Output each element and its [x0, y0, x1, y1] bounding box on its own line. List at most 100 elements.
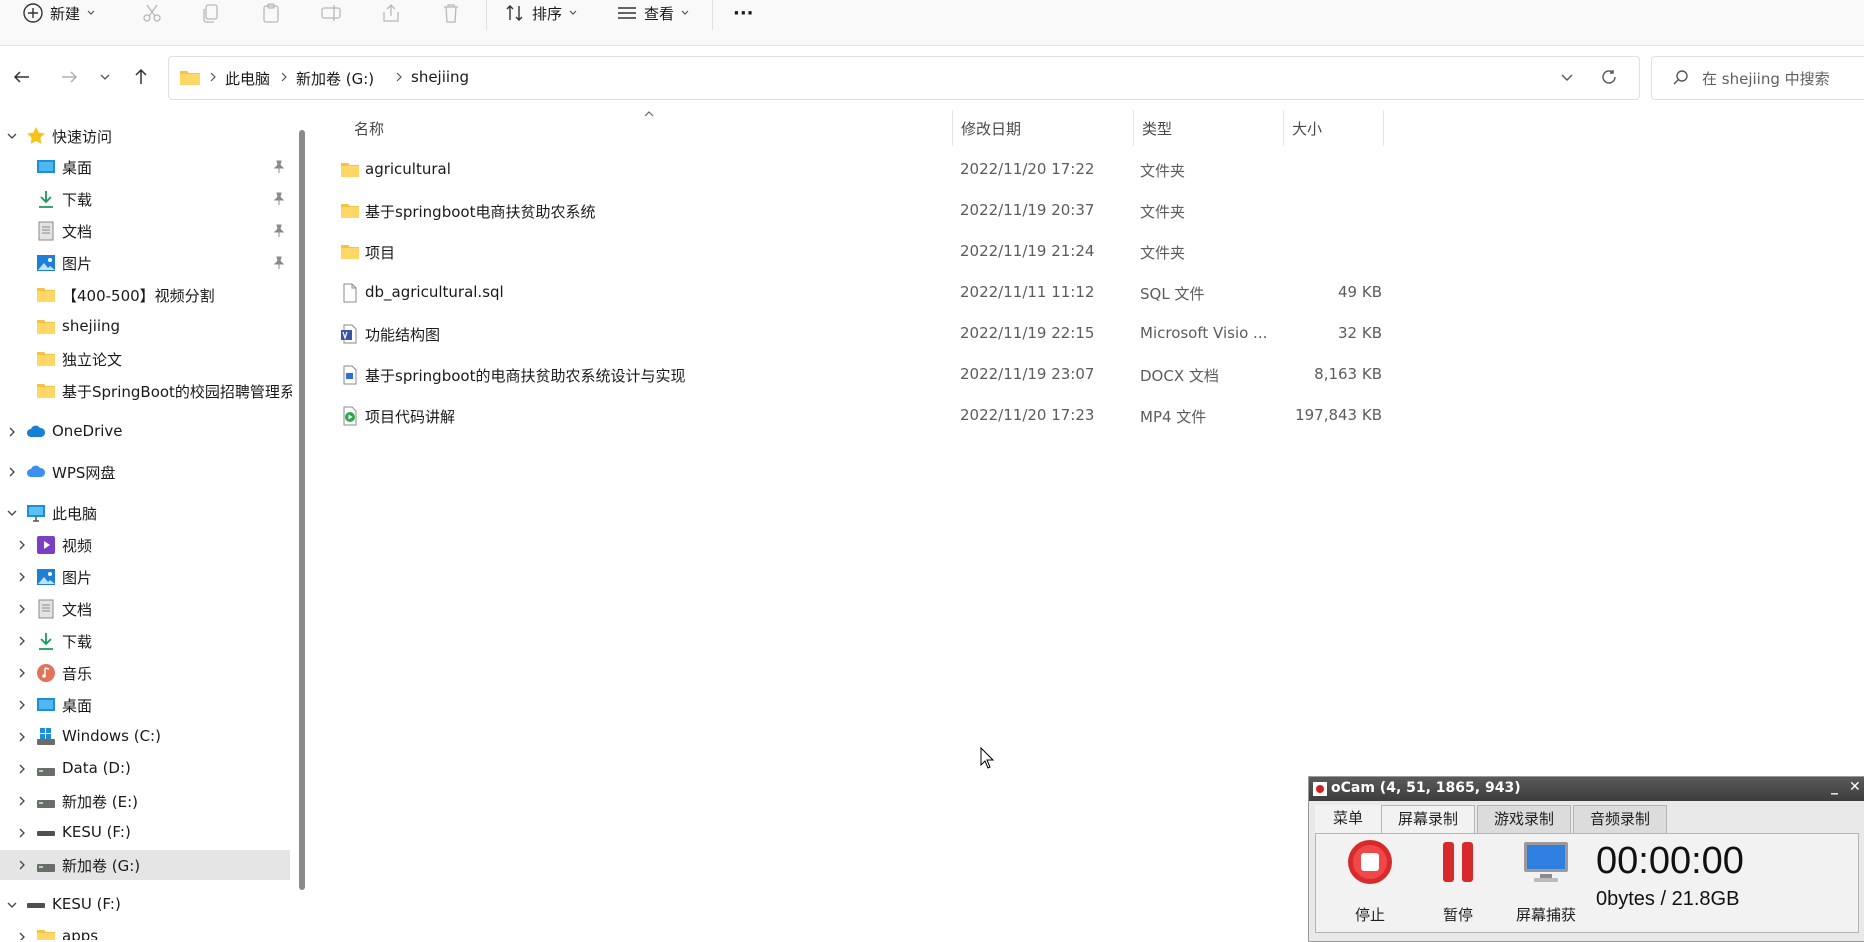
sidebar-item-videos[interactable]: 视频	[0, 530, 292, 560]
forward-arrow-icon[interactable]	[58, 66, 80, 88]
sidebar-item-pictures-pc[interactable]: 图片	[0, 562, 292, 592]
file-row-agricultural[interactable]: agricultural 2022/11/20 17:22 文件夹	[310, 150, 1385, 190]
sidebar-item-folder-400-500[interactable]: 【400-500】视频分割	[0, 280, 292, 310]
sidebar-item-quick-access[interactable]: 快速访问	[0, 121, 292, 151]
more-options-button[interactable]: ···	[733, 0, 754, 26]
column-header-date[interactable]: 修改日期	[953, 110, 1133, 146]
sort-button[interactable]: 排序	[504, 0, 578, 26]
file-row-docx[interactable]: 基于springboot的电商扶贫助农系统设计与实现 2022/11/19 23…	[310, 355, 1385, 395]
chevron-right-icon[interactable]	[16, 699, 28, 711]
sidebar-item-documents[interactable]: 文档	[0, 216, 292, 246]
sidebar-item-drive-f[interactable]: KESU (F:)	[0, 818, 292, 848]
ocam-titlebar[interactable]: oCam (4, 51, 1865, 943) _ ✕	[1309, 777, 1864, 801]
cut-icon[interactable]	[141, 2, 163, 24]
sidebar-scrollbar[interactable]	[297, 110, 307, 940]
sidebar-item-desktop[interactable]: 桌面	[0, 152, 292, 182]
up-arrow-icon[interactable]	[130, 66, 152, 88]
sidebar-item-downloads[interactable]: 下载	[0, 184, 292, 214]
address-history-chevron-icon[interactable]	[1559, 69, 1575, 85]
breadcrumb-shejiing[interactable]: shejiing	[411, 68, 469, 86]
chevron-right-icon[interactable]	[16, 731, 28, 743]
file-type: Microsoft Visio ...	[1140, 324, 1268, 342]
rename-icon[interactable]	[320, 2, 342, 24]
file-row-mp4[interactable]: 项目代码讲解 2022/11/20 17:23 MP4 文件 197,843 K…	[310, 396, 1385, 436]
sidebar-item-drive-e[interactable]: 新加卷 (E:)	[0, 786, 292, 816]
pin-icon[interactable]	[272, 160, 286, 174]
search-box[interactable]: 在 shejiing 中搜索	[1651, 56, 1864, 100]
chevron-right-icon[interactable]	[16, 931, 28, 940]
pin-icon[interactable]	[272, 256, 286, 270]
file-row-visio[interactable]: 功能结构图 2022/11/19 22:15 Microsoft Visio .…	[310, 314, 1385, 354]
file-row-springboot-folder[interactable]: 基于springboot电商扶贫助农系统 2022/11/19 20:37 文件…	[310, 191, 1385, 231]
file-row-sql[interactable]: db_agricultural.sql 2022/11/11 11:12 SQL…	[310, 273, 1385, 313]
chevron-right-icon[interactable]	[6, 466, 18, 478]
pin-icon[interactable]	[272, 224, 286, 238]
sidebar-item-onedrive[interactable]: OneDrive	[0, 417, 292, 447]
tab-game-record[interactable]: 游戏录制	[1477, 805, 1571, 833]
chevron-right-icon[interactable]	[16, 667, 28, 679]
pause-button[interactable]: 暂停	[1422, 838, 1494, 928]
cloud-icon	[27, 465, 46, 477]
breadcrumb-drive-g[interactable]: 新加卷 (G:)	[296, 68, 374, 89]
chevron-right-icon[interactable]	[6, 426, 18, 438]
chevron-right-icon[interactable]	[16, 635, 28, 647]
sidebar-item-documents-pc[interactable]: 文档	[0, 594, 292, 624]
stop-button[interactable]: 停止	[1334, 838, 1406, 928]
new-button[interactable]: 新建	[22, 0, 96, 26]
copy-icon[interactable]	[200, 2, 222, 24]
chevron-down-icon[interactable]	[6, 507, 18, 519]
chevron-right-icon[interactable]	[16, 603, 28, 615]
file-row-project-folder[interactable]: 项目 2022/11/19 21:24 文件夹	[310, 232, 1385, 272]
sidebar-item-drive-g[interactable]: 新加卷 (G:)	[0, 850, 290, 880]
screen-capture-button[interactable]: 屏幕捕获	[1510, 838, 1582, 928]
sidebar-item-downloads-pc[interactable]: 下载	[0, 626, 292, 656]
sidebar-item-wps-drive[interactable]: WPS网盘	[0, 457, 292, 487]
column-header-size[interactable]: 大小	[1284, 110, 1384, 146]
ocam-tab-bar: 菜单 屏幕录制 游戏录制 音频录制	[1315, 805, 1859, 835]
close-button[interactable]: ✕	[1849, 779, 1861, 795]
sidebar-item-folder-springboot[interactable]: 基于SpringBoot的校园招聘管理系	[0, 376, 292, 406]
chevron-down-icon[interactable]	[6, 130, 18, 142]
chevron-right-icon[interactable]	[16, 571, 28, 583]
refresh-icon[interactable]	[1600, 68, 1618, 86]
chevron-right-icon[interactable]	[16, 763, 28, 775]
tab-screen-record[interactable]: 屏幕录制	[1381, 805, 1475, 835]
command-bar: 新建 排序 查看 ···	[0, 0, 1864, 46]
sidebar-item-folder-shejiing[interactable]: shejiing	[0, 312, 292, 342]
pin-icon[interactable]	[272, 192, 286, 206]
chevron-right-icon[interactable]	[16, 795, 28, 807]
chevron-right-icon[interactable]	[16, 859, 28, 871]
sidebar-item-apps[interactable]: apps	[0, 922, 292, 940]
back-arrow-icon[interactable]	[11, 66, 33, 88]
share-icon[interactable]	[380, 2, 402, 24]
chevron-right-icon[interactable]	[16, 827, 28, 839]
navigation-pane: 快速访问 桌面 下载 文档 图片 【400-500】视频分割 shejiing …	[0, 110, 292, 940]
paste-icon[interactable]	[260, 2, 282, 24]
sidebar-item-folder-thesis[interactable]: 独立论文	[0, 344, 292, 374]
chevron-down-icon[interactable]	[6, 899, 18, 911]
pause-label: 暂停	[1442, 906, 1473, 924]
tab-menu[interactable]: 菜单	[1315, 805, 1381, 833]
folder-icon	[180, 71, 200, 85]
plus-circle-icon	[23, 3, 43, 23]
minimize-button[interactable]: _	[1831, 779, 1838, 795]
scrollbar-thumb[interactable]	[299, 130, 305, 890]
chevron-right-icon[interactable]	[16, 539, 28, 551]
column-divider[interactable]	[1383, 110, 1384, 146]
sidebar-item-kesu-f[interactable]: KESU (F:)	[0, 890, 292, 920]
delete-icon[interactable]	[440, 2, 462, 24]
sidebar-item-music[interactable]: 音乐	[0, 658, 292, 688]
sidebar-item-drive-d[interactable]: Data (D:)	[0, 754, 292, 784]
column-header-type[interactable]: 类型	[1134, 110, 1284, 146]
sidebar-item-this-pc[interactable]: 此电脑	[0, 498, 292, 528]
sidebar-item-desktop-pc[interactable]: 桌面	[0, 690, 292, 720]
file-type: 文件夹	[1140, 244, 1186, 262]
column-header-name[interactable]: 名称	[340, 110, 980, 146]
sidebar-item-drive-c[interactable]: Windows (C:)	[0, 722, 292, 752]
breadcrumb-this-pc[interactable]: 此电脑	[225, 68, 270, 89]
recent-locations-chevron-icon[interactable]	[98, 66, 112, 88]
address-bar[interactable]: 此电脑 新加卷 (G:) shejiing	[168, 56, 1640, 100]
view-button[interactable]: 查看	[616, 0, 690, 26]
sidebar-item-pictures[interactable]: 图片	[0, 248, 292, 278]
tab-audio-record[interactable]: 音频录制	[1573, 805, 1667, 833]
